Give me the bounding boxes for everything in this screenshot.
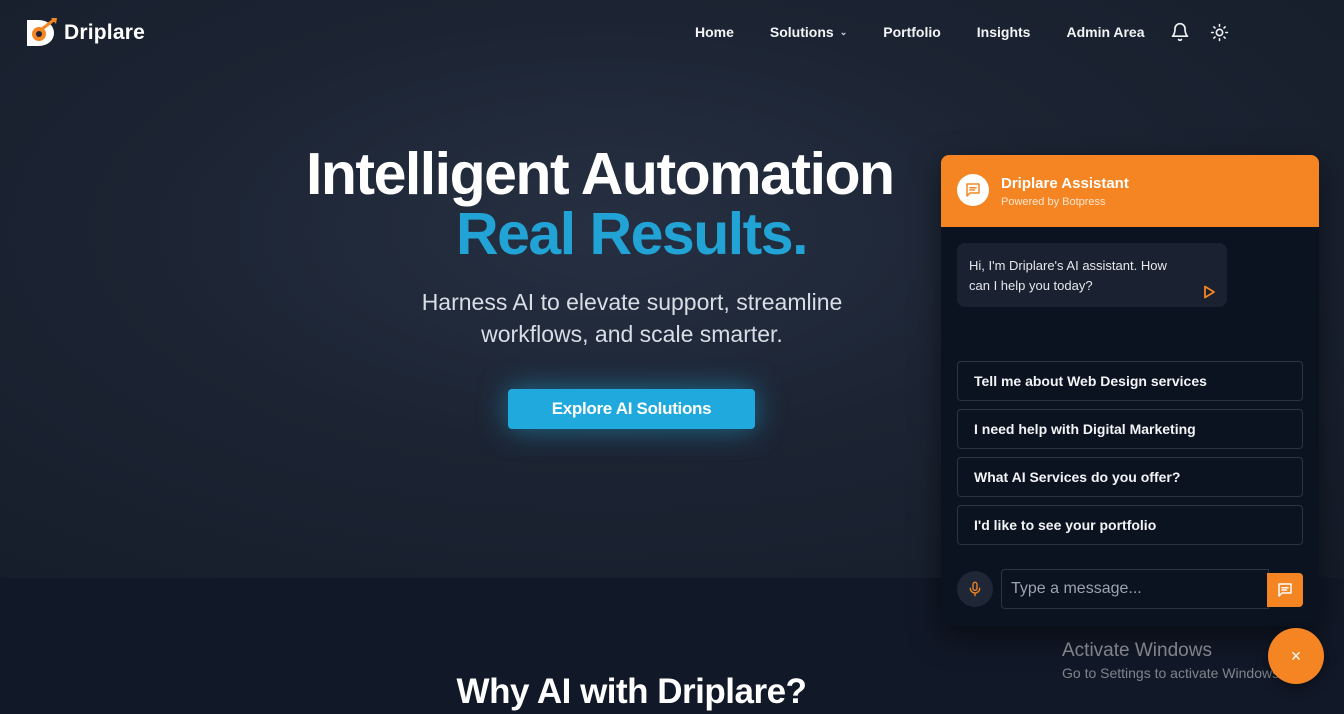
microphone-button[interactable] (957, 571, 993, 607)
chat-bubble-icon (966, 183, 980, 197)
nav-home[interactable]: Home (695, 24, 734, 40)
explore-ai-solutions-button[interactable]: Explore AI Solutions (508, 389, 755, 429)
hero-subheadline: Harness AI to elevate support, streamlin… (421, 289, 843, 347)
sun-icon[interactable] (1210, 23, 1229, 42)
chat-subtitle: Powered by Botpress (1001, 196, 1106, 208)
close-icon: × (1290, 645, 1302, 666)
chat-avatar (957, 174, 989, 206)
assistant-message-text: Hi, I'm Driplare's AI assistant. How can… (969, 258, 1167, 293)
brand-name: Driplare (64, 21, 145, 44)
assistant-message: Hi, I'm Driplare's AI assistant. How can… (957, 243, 1227, 307)
nav-portfolio-label: Portfolio (883, 24, 941, 40)
nav-solutions-label: Solutions (769, 24, 834, 40)
suggestion-portfolio[interactable]: I'd like to see your portfolio (957, 505, 1303, 545)
send-button[interactable] (1267, 573, 1303, 607)
nav-home-label: Home (695, 24, 734, 40)
nav-portfolio[interactable]: Portfolio (883, 24, 941, 40)
suggestion-ai-services[interactable]: What AI Services do you offer? (957, 457, 1303, 497)
nav-insights[interactable]: Insights (977, 24, 1031, 40)
section-title: Why AI with Driplare? (456, 672, 807, 711)
play-icon[interactable] (1202, 285, 1216, 299)
message-input[interactable] (1001, 569, 1269, 609)
chevron-down-icon: ⌄ (839, 26, 848, 37)
send-message-icon (1278, 583, 1292, 597)
chat-title: Driplare Assistant (1001, 175, 1129, 192)
nav-insights-label: Insights (976, 24, 1031, 40)
chat-header: Driplare Assistant Powered by Botpress (941, 155, 1319, 227)
microphone-icon (969, 581, 981, 597)
main-nav: Home Solutions ⌄ Portfolio Insights Admin… (695, 24, 1181, 40)
bell-icon[interactable] (1170, 22, 1190, 42)
close-chat-button[interactable]: × (1268, 628, 1324, 684)
nav-admin-area-label: Admin Area (1066, 24, 1145, 40)
hero-headline-line1: Intelligent Automation (306, 141, 895, 207)
suggestion-web-design[interactable]: Tell me about Web Design services (957, 361, 1303, 401)
suggestion-digital-marketing[interactable]: I need help with Digital Marketing (957, 409, 1303, 449)
brand-logo[interactable]: Driplare (24, 17, 145, 49)
nav-solutions[interactable]: Solutions ⌄ (770, 24, 847, 40)
nav-admin-area[interactable]: Admin Area (1066, 24, 1144, 40)
chat-widget: Driplare Assistant Powered by Botpress H… (941, 155, 1319, 626)
driplare-logo-icon (27, 17, 57, 46)
